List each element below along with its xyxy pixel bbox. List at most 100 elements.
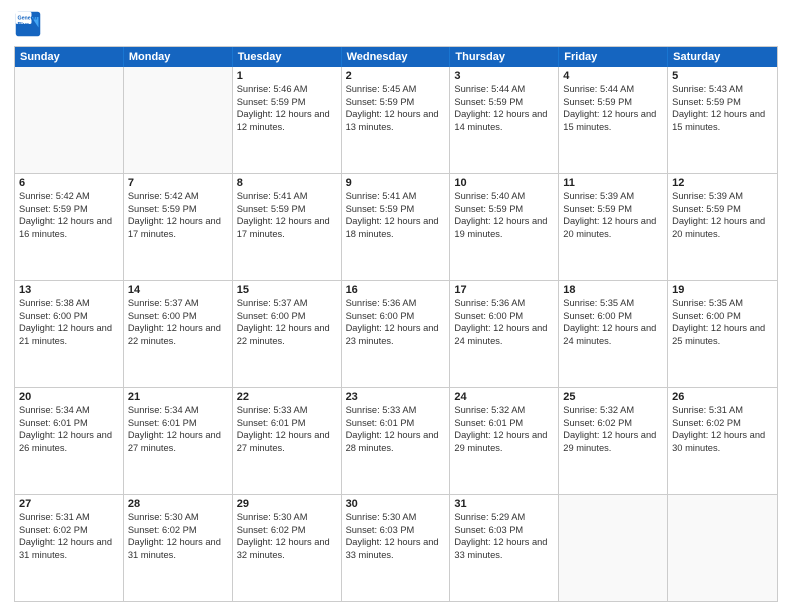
- daylight-text: Daylight: 12 hours and 18 minutes.: [346, 215, 446, 240]
- daylight-text: Daylight: 12 hours and 27 minutes.: [237, 429, 337, 454]
- daylight-text: Daylight: 12 hours and 29 minutes.: [563, 429, 663, 454]
- sunrise-text: Sunrise: 5:33 AM: [346, 404, 446, 417]
- sunrise-text: Sunrise: 5:37 AM: [237, 297, 337, 310]
- calendar-cell: 31Sunrise: 5:29 AMSunset: 6:03 PMDayligh…: [450, 495, 559, 601]
- day-number: 31: [454, 498, 554, 510]
- sunrise-text: Sunrise: 5:41 AM: [346, 190, 446, 203]
- daylight-text: Daylight: 12 hours and 14 minutes.: [454, 108, 554, 133]
- daylight-text: Daylight: 12 hours and 23 minutes.: [346, 322, 446, 347]
- calendar-cell: [668, 495, 777, 601]
- day-number: 30: [346, 498, 446, 510]
- calendar-cell: 17Sunrise: 5:36 AMSunset: 6:00 PMDayligh…: [450, 281, 559, 387]
- calendar-cell: 9Sunrise: 5:41 AMSunset: 5:59 PMDaylight…: [342, 174, 451, 280]
- calendar-cell: [124, 67, 233, 173]
- day-number: 2: [346, 70, 446, 82]
- calendar-cell: 1Sunrise: 5:46 AMSunset: 5:59 PMDaylight…: [233, 67, 342, 173]
- daylight-text: Daylight: 12 hours and 12 minutes.: [237, 108, 337, 133]
- sunrise-text: Sunrise: 5:41 AM: [237, 190, 337, 203]
- daylight-text: Daylight: 12 hours and 17 minutes.: [237, 215, 337, 240]
- daylight-text: Daylight: 12 hours and 26 minutes.: [19, 429, 119, 454]
- daylight-text: Daylight: 12 hours and 22 minutes.: [237, 322, 337, 347]
- calendar-cell: 14Sunrise: 5:37 AMSunset: 6:00 PMDayligh…: [124, 281, 233, 387]
- day-number: 22: [237, 391, 337, 403]
- sunrise-text: Sunrise: 5:42 AM: [128, 190, 228, 203]
- page: General Blue SundayMondayTuesdayWednesda…: [0, 0, 792, 612]
- calendar-cell: [15, 67, 124, 173]
- calendar-week-3: 13Sunrise: 5:38 AMSunset: 6:00 PMDayligh…: [15, 281, 777, 388]
- sunrise-text: Sunrise: 5:31 AM: [672, 404, 773, 417]
- day-number: 5: [672, 70, 773, 82]
- daylight-text: Daylight: 12 hours and 19 minutes.: [454, 215, 554, 240]
- sunrise-text: Sunrise: 5:30 AM: [237, 511, 337, 524]
- day-number: 12: [672, 177, 773, 189]
- day-number: 19: [672, 284, 773, 296]
- calendar-cell: 5Sunrise: 5:43 AMSunset: 5:59 PMDaylight…: [668, 67, 777, 173]
- day-number: 21: [128, 391, 228, 403]
- daylight-text: Daylight: 12 hours and 30 minutes.: [672, 429, 773, 454]
- daylight-text: Daylight: 12 hours and 25 minutes.: [672, 322, 773, 347]
- day-number: 20: [19, 391, 119, 403]
- sunrise-text: Sunrise: 5:38 AM: [19, 297, 119, 310]
- sunset-text: Sunset: 5:59 PM: [672, 203, 773, 216]
- daylight-text: Daylight: 12 hours and 13 minutes.: [346, 108, 446, 133]
- weekday-header-tuesday: Tuesday: [233, 47, 342, 67]
- calendar-cell: 23Sunrise: 5:33 AMSunset: 6:01 PMDayligh…: [342, 388, 451, 494]
- daylight-text: Daylight: 12 hours and 17 minutes.: [128, 215, 228, 240]
- sunset-text: Sunset: 5:59 PM: [672, 96, 773, 109]
- day-number: 15: [237, 284, 337, 296]
- daylight-text: Daylight: 12 hours and 33 minutes.: [346, 536, 446, 561]
- daylight-text: Daylight: 12 hours and 29 minutes.: [454, 429, 554, 454]
- day-number: 25: [563, 391, 663, 403]
- sunrise-text: Sunrise: 5:44 AM: [563, 83, 663, 96]
- sunrise-text: Sunrise: 5:31 AM: [19, 511, 119, 524]
- daylight-text: Daylight: 12 hours and 21 minutes.: [19, 322, 119, 347]
- daylight-text: Daylight: 12 hours and 27 minutes.: [128, 429, 228, 454]
- day-number: 6: [19, 177, 119, 189]
- sunrise-text: Sunrise: 5:44 AM: [454, 83, 554, 96]
- sunrise-text: Sunrise: 5:33 AM: [237, 404, 337, 417]
- calendar: SundayMondayTuesdayWednesdayThursdayFrid…: [14, 46, 778, 602]
- day-number: 16: [346, 284, 446, 296]
- weekday-header-wednesday: Wednesday: [342, 47, 451, 67]
- day-number: 24: [454, 391, 554, 403]
- daylight-text: Daylight: 12 hours and 20 minutes.: [563, 215, 663, 240]
- daylight-text: Daylight: 12 hours and 20 minutes.: [672, 215, 773, 240]
- weekday-header-monday: Monday: [124, 47, 233, 67]
- sunrise-text: Sunrise: 5:37 AM: [128, 297, 228, 310]
- calendar-body: 1Sunrise: 5:46 AMSunset: 5:59 PMDaylight…: [15, 67, 777, 601]
- calendar-cell: 15Sunrise: 5:37 AMSunset: 6:00 PMDayligh…: [233, 281, 342, 387]
- sunset-text: Sunset: 6:03 PM: [454, 524, 554, 537]
- day-number: 28: [128, 498, 228, 510]
- weekday-header-friday: Friday: [559, 47, 668, 67]
- day-number: 11: [563, 177, 663, 189]
- daylight-text: Daylight: 12 hours and 24 minutes.: [563, 322, 663, 347]
- daylight-text: Daylight: 12 hours and 31 minutes.: [19, 536, 119, 561]
- svg-text:Blue: Blue: [18, 22, 29, 28]
- day-number: 9: [346, 177, 446, 189]
- calendar-cell: 8Sunrise: 5:41 AMSunset: 5:59 PMDaylight…: [233, 174, 342, 280]
- day-number: 17: [454, 284, 554, 296]
- sunrise-text: Sunrise: 5:39 AM: [563, 190, 663, 203]
- calendar-cell: 29Sunrise: 5:30 AMSunset: 6:02 PMDayligh…: [233, 495, 342, 601]
- sunset-text: Sunset: 5:59 PM: [128, 203, 228, 216]
- sunrise-text: Sunrise: 5:35 AM: [563, 297, 663, 310]
- sunset-text: Sunset: 5:59 PM: [237, 96, 337, 109]
- daylight-text: Daylight: 12 hours and 28 minutes.: [346, 429, 446, 454]
- sunset-text: Sunset: 6:02 PM: [19, 524, 119, 537]
- sunset-text: Sunset: 6:00 PM: [672, 310, 773, 323]
- daylight-text: Daylight: 12 hours and 33 minutes.: [454, 536, 554, 561]
- calendar-cell: 12Sunrise: 5:39 AMSunset: 5:59 PMDayligh…: [668, 174, 777, 280]
- sunset-text: Sunset: 6:02 PM: [237, 524, 337, 537]
- sunrise-text: Sunrise: 5:36 AM: [346, 297, 446, 310]
- calendar-week-5: 27Sunrise: 5:31 AMSunset: 6:02 PMDayligh…: [15, 495, 777, 601]
- calendar-cell: 30Sunrise: 5:30 AMSunset: 6:03 PMDayligh…: [342, 495, 451, 601]
- sunrise-text: Sunrise: 5:39 AM: [672, 190, 773, 203]
- calendar-cell: 22Sunrise: 5:33 AMSunset: 6:01 PMDayligh…: [233, 388, 342, 494]
- day-number: 18: [563, 284, 663, 296]
- day-number: 10: [454, 177, 554, 189]
- sunset-text: Sunset: 6:01 PM: [128, 417, 228, 430]
- calendar-cell: 7Sunrise: 5:42 AMSunset: 5:59 PMDaylight…: [124, 174, 233, 280]
- sunrise-text: Sunrise: 5:40 AM: [454, 190, 554, 203]
- calendar-cell: 3Sunrise: 5:44 AMSunset: 5:59 PMDaylight…: [450, 67, 559, 173]
- daylight-text: Daylight: 12 hours and 15 minutes.: [672, 108, 773, 133]
